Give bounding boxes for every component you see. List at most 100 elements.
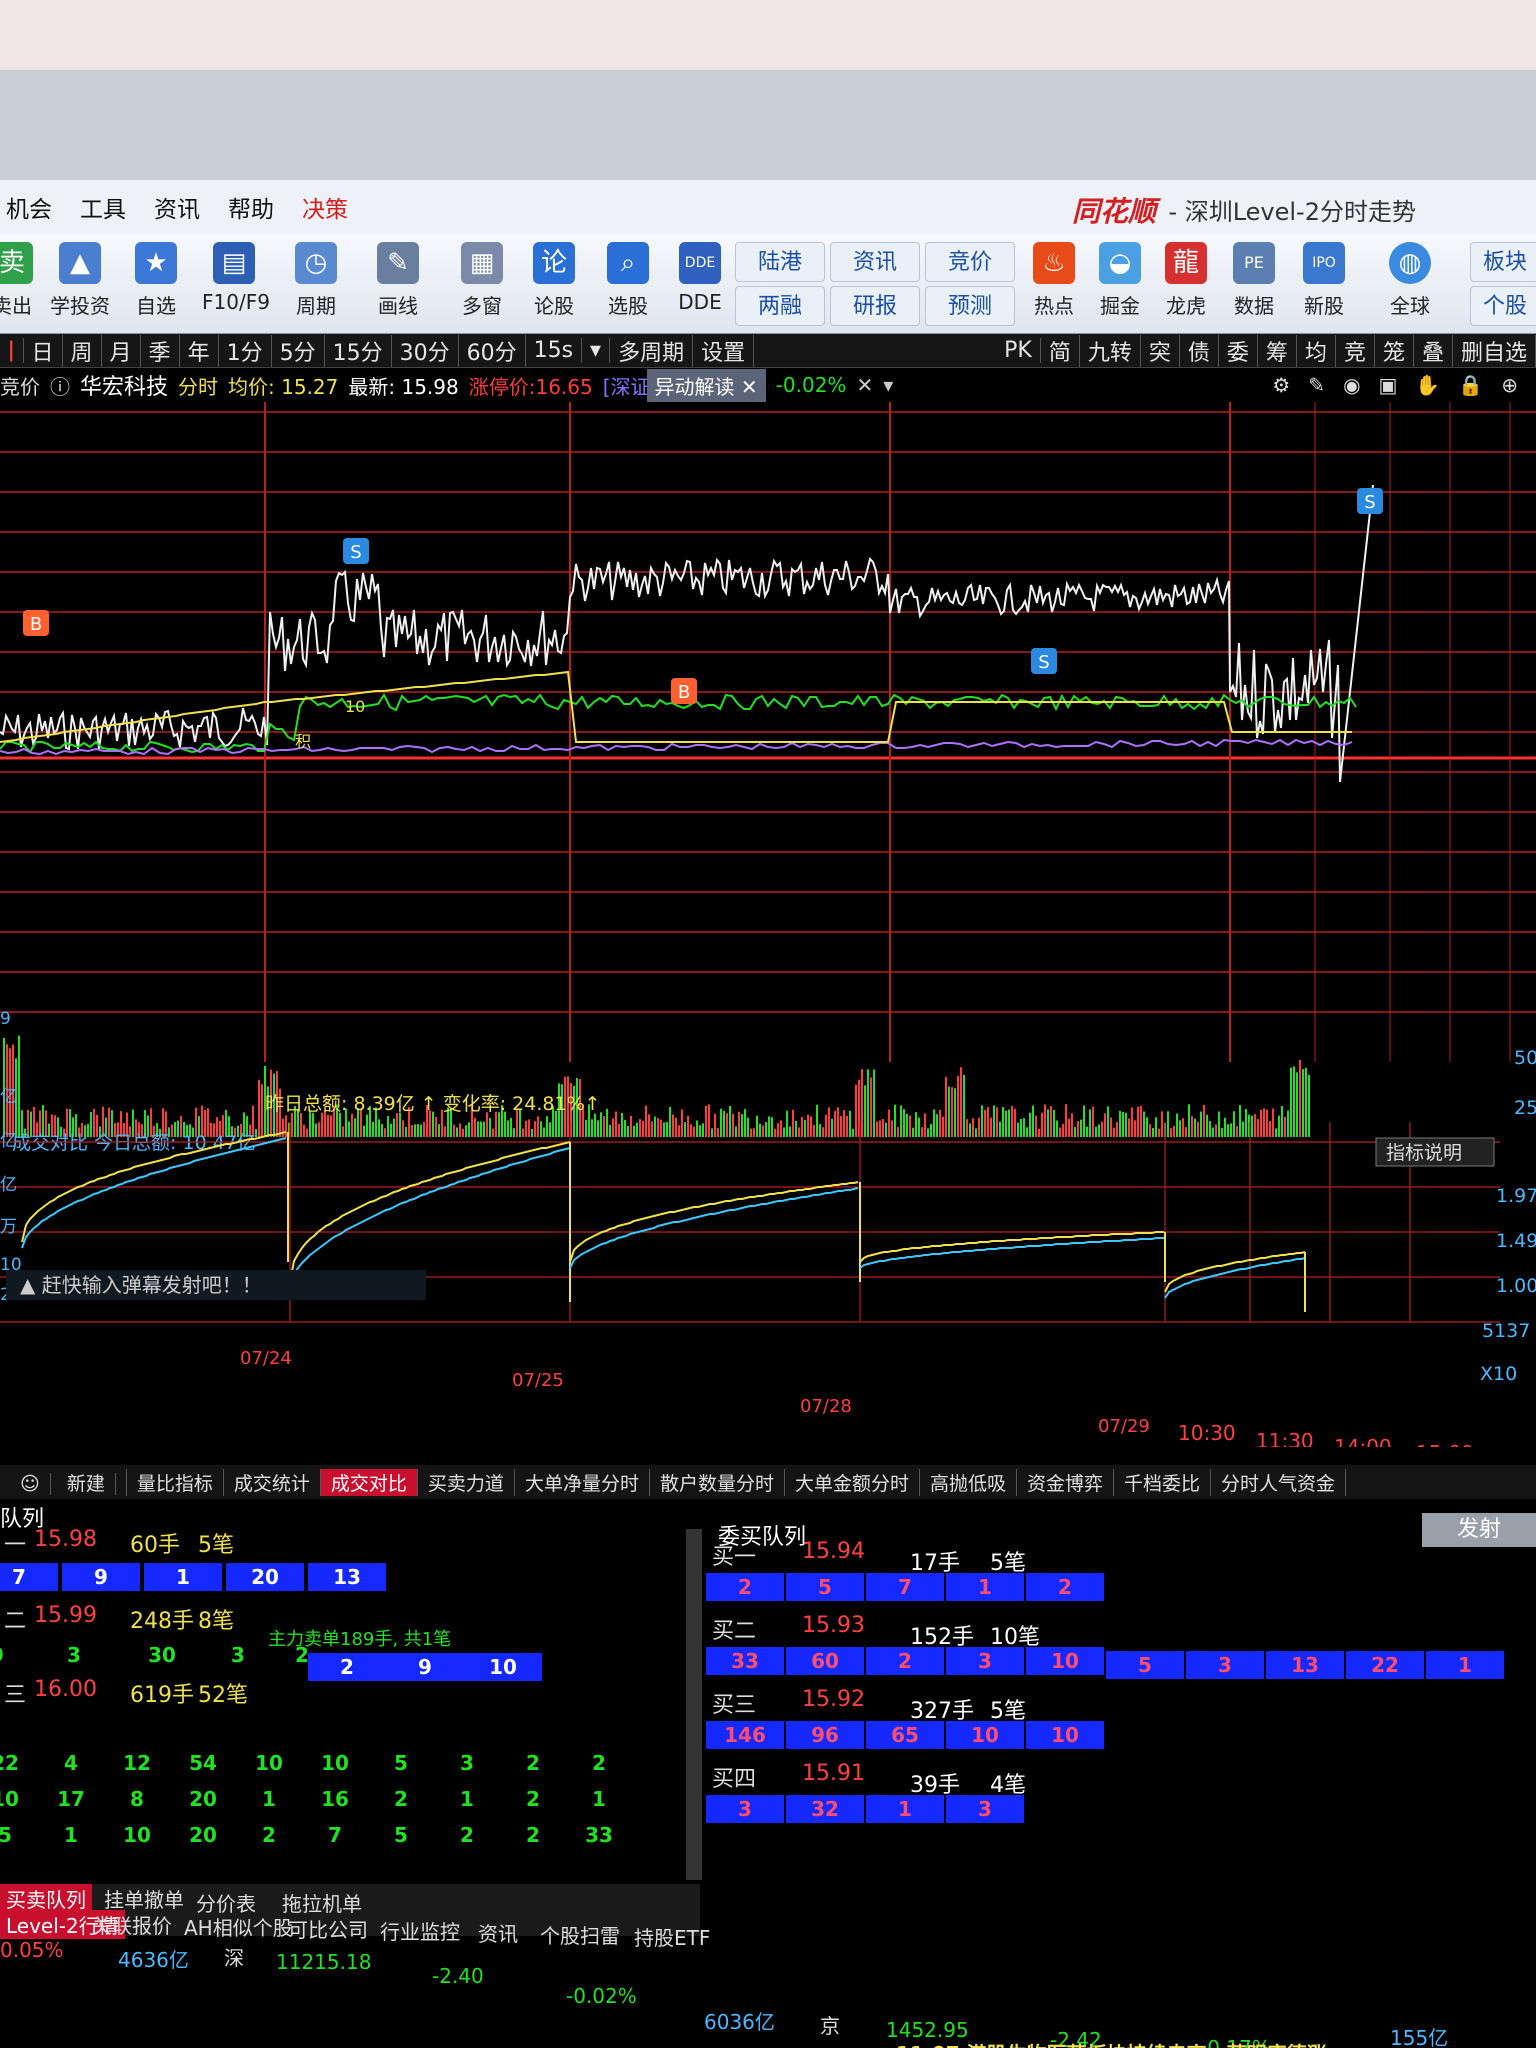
close-icon[interactable]: ✕ — [741, 375, 758, 399]
subtab-tractor[interactable]: 拖拉机单 — [282, 1888, 362, 1917]
data-button[interactable]: PE 数据 — [1222, 242, 1286, 319]
global-button[interactable]: ◍ 全球 — [1378, 242, 1442, 319]
period-dropdown-icon[interactable]: ▾ — [582, 338, 611, 363]
learn-button[interactable]: ▲ 学投资 — [48, 242, 112, 319]
auction-button[interactable]: 竞价 — [925, 242, 1015, 282]
left-axis-label: 万 — [0, 1217, 17, 1237]
anomaly-popup[interactable]: 异动解读 ✕ — [646, 368, 766, 402]
dragon-tiger-button[interactable]: 龍龙虎 — [1154, 242, 1218, 319]
tab-big-amount[interactable]: 大单金额分时 — [785, 1468, 920, 1496]
period-year[interactable]: 年 — [180, 334, 219, 367]
buy-queue-cell: 3 — [1186, 1651, 1264, 1679]
menu-item-decision[interactable]: 决策 — [302, 190, 348, 224]
hk-connect-button[interactable]: 陆港 — [735, 242, 825, 282]
info-icon[interactable]: ⓘ — [50, 371, 70, 400]
dropdown-icon[interactable]: ▾ — [883, 373, 893, 397]
subtab-queue[interactable]: 买卖队列 — [0, 1884, 92, 1913]
fire-button[interactable]: 发射 — [1422, 1513, 1536, 1547]
sector-button[interactable]: 板块 — [1470, 242, 1536, 282]
sell-icon: 卖 — [0, 242, 33, 284]
tab-buy-sell-force[interactable]: 买卖力道 — [418, 1468, 515, 1496]
news-ticker[interactable]: 11:07 港股生物医药板块持续走高，药明康德涨... — [896, 2038, 1349, 2048]
discuss-button[interactable]: 论论股 — [522, 242, 586, 319]
tab-trade-compare[interactable]: 成交对比 — [320, 1468, 418, 1496]
period-15s[interactable]: 15s — [526, 338, 583, 363]
tab-volume-ratio[interactable]: 量比指标 — [127, 1468, 224, 1496]
tab-trade-stats[interactable]: 成交统计 — [224, 1468, 321, 1496]
tab-big-net[interactable]: 大单净量分时 — [515, 1468, 650, 1496]
subtab2-industry[interactable]: 行业监控 — [380, 1916, 460, 1945]
close-stock-icon[interactable]: ✕ — [856, 373, 873, 397]
intraday-chart[interactable]: B S B S S 积 10 成交对比 今日总额: 10.47亿昨日总额: 8.39亿 ↑ 变… — [0, 402, 1536, 1465]
tab-retail-count[interactable]: 散户数量分时 — [650, 1468, 785, 1496]
tab-popularity[interactable]: 分时人气资金 — [1211, 1468, 1347, 1496]
period-month[interactable]: 月 — [102, 334, 141, 367]
tool-average[interactable]: 均 — [1297, 334, 1336, 367]
subtab-orders[interactable]: 挂单撤单 — [104, 1884, 184, 1913]
tool-simple[interactable]: 简 — [1041, 334, 1080, 367]
tool-cage[interactable]: 笼 — [1375, 334, 1414, 367]
tool-pk[interactable]: PK — [996, 338, 1041, 363]
remove-watchlist-button[interactable]: 删自选 — [1453, 334, 1536, 367]
tab-order-ratio[interactable]: 千档委比 — [1114, 1468, 1212, 1496]
dig-gold-button[interactable]: ◒ 掘金 — [1088, 242, 1152, 319]
sell-button[interactable]: 卖卖出 — [0, 242, 44, 319]
stock-name: 华宏科技 — [80, 375, 169, 400]
lock-icon: 🔒 — [1458, 373, 1502, 397]
period-30m[interactable]: 30分 — [392, 334, 459, 367]
period-1m[interactable]: 1分 — [219, 334, 272, 367]
buy-queue-cell: 1 — [866, 1795, 944, 1823]
research-button[interactable]: 研报 — [830, 286, 920, 326]
tool-order[interactable]: 委 — [1219, 334, 1258, 367]
menu-item-help[interactable]: 帮助 — [228, 190, 274, 224]
tab-fund-game[interactable]: 资金博弈 — [1017, 1468, 1115, 1496]
tab-high-low[interactable]: 高抛低吸 — [920, 1468, 1017, 1496]
tool-bond[interactable]: 债 — [1180, 334, 1219, 367]
subtab2-scan[interactable]: 个股扫雷 — [540, 1920, 620, 1949]
period-quarter[interactable]: 季 — [141, 334, 180, 367]
date-label: 07/25 — [512, 1370, 564, 1391]
subtab2-news[interactable]: 资讯 — [478, 1918, 518, 1947]
dde-button[interactable]: DDE DDE — [668, 242, 732, 314]
forecast-button[interactable]: 预测 — [925, 286, 1015, 326]
period-day[interactable]: 日 — [24, 334, 63, 367]
subtab2-related[interactable]: 关联报价 — [92, 1910, 172, 1939]
sz-amount: 6036亿 — [704, 2010, 775, 2034]
tool-breakout[interactable]: 突 — [1141, 334, 1180, 367]
chart-tools[interactable]: ⚙✎◉▣✋🔒⊕ — [1272, 373, 1536, 397]
single-stock-button[interactable]: 个股 — [1470, 286, 1536, 326]
scrollbar[interactable] — [686, 1529, 702, 1889]
menu-item-tools[interactable]: 工具 — [80, 190, 126, 224]
period-60m[interactable]: 60分 — [459, 334, 526, 367]
menu-item-opportunity[interactable]: 机会 — [6, 190, 52, 224]
period-5m[interactable]: 5分 — [272, 334, 325, 367]
f10-button[interactable]: ▤ F10/F9 — [202, 242, 270, 314]
right-axis-label: 50 — [1514, 1047, 1536, 1069]
chart-area[interactable]: B S B S S 积 10 成交对比 今日总额: 10.47亿 昨日总额: 8.39亿 ↑ 变… — [0, 402, 1536, 1465]
buy-queue-cell: 13 — [1266, 1651, 1344, 1679]
subtab2-etf[interactable]: 持股ETF — [634, 1922, 710, 1951]
period-week[interactable]: 周 — [63, 334, 102, 367]
buy-queue-cell: 65 — [866, 1721, 944, 1749]
menu-item-news[interactable]: 资讯 — [154, 190, 200, 224]
period-button[interactable]: ◷ 周期 — [284, 242, 348, 319]
tool-overlay[interactable]: 叠 — [1414, 334, 1453, 367]
margin-button[interactable]: 两融 — [735, 286, 825, 326]
period-settings[interactable]: 设置 — [693, 334, 755, 367]
news-button[interactable]: 资讯 — [830, 242, 920, 282]
subtab2-peers[interactable]: 可比公司 — [288, 1914, 368, 1943]
tool-nine-turn[interactable]: 九转 — [1080, 334, 1141, 367]
hotspot-button[interactable]: ♨ 热点 — [1022, 242, 1086, 319]
subtab2-ah[interactable]: AH相似个股 — [184, 1912, 293, 1941]
draw-line-button[interactable]: ✎ 画线 — [366, 242, 430, 319]
stock-picker-button[interactable]: ⌕ 选股 — [596, 242, 660, 319]
tab-new[interactable]: ☺ 新建 — [0, 1468, 127, 1496]
multi-window-button[interactable]: ▦ 多窗 — [450, 242, 514, 319]
watchlist-button[interactable]: ★ 自选 — [124, 242, 188, 319]
sell-grid-cell: 2 — [460, 1823, 474, 1847]
tool-auction[interactable]: 竞 — [1336, 334, 1375, 367]
ipo-button[interactable]: IPO 新股 — [1292, 242, 1356, 319]
period-15m[interactable]: 15分 — [325, 334, 392, 367]
period-multi[interactable]: 多周期 — [610, 334, 694, 367]
tool-chips[interactable]: 筹 — [1258, 334, 1297, 367]
